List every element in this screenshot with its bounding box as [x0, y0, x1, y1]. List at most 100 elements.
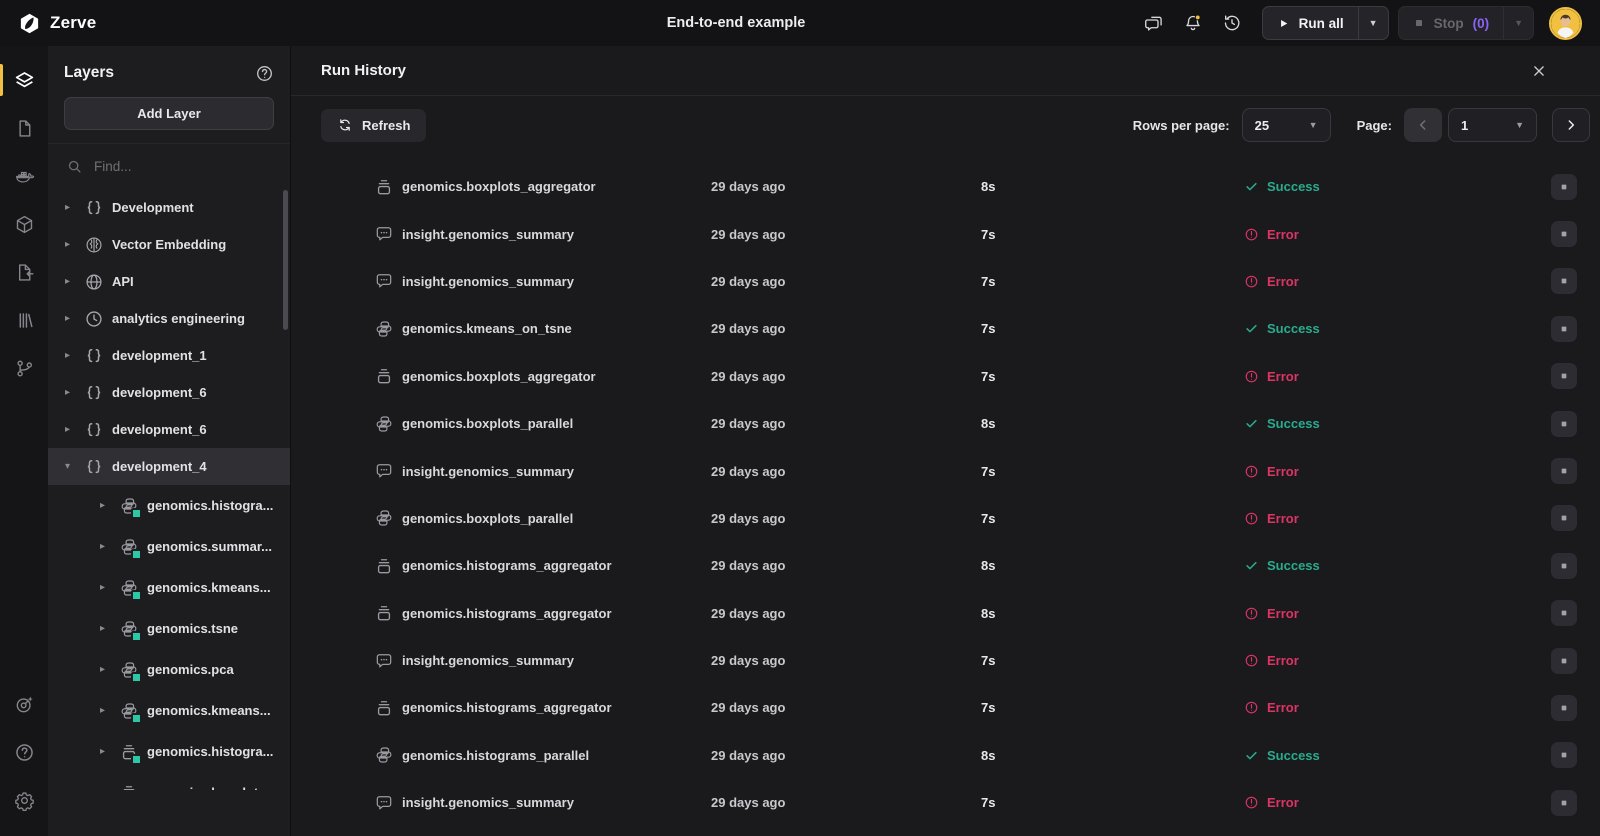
run-status-badge: Error	[1244, 511, 1551, 526]
run-time: 29 days ago	[711, 795, 786, 811]
layer-item[interactable]: ▸ API	[48, 263, 290, 300]
refresh-button[interactable]: Refresh	[321, 108, 427, 142]
caret-right-icon[interactable]: ▸	[100, 500, 112, 511]
stop-caret[interactable]: ▼	[1503, 7, 1533, 39]
stop-square-icon	[1557, 701, 1571, 715]
rail-item-settings[interactable]	[0, 776, 48, 824]
page-select[interactable]: 1 ▼	[1448, 108, 1537, 142]
run-all-main[interactable]: Run all	[1263, 7, 1358, 39]
rail-item-assistant-target[interactable]	[0, 680, 48, 728]
stop-run-button[interactable]	[1551, 268, 1577, 295]
run-name: genomics.boxplots_parallel	[402, 416, 574, 432]
layer-item[interactable]: ▸ development_1	[48, 337, 290, 374]
rail-item-git-branch[interactable]	[0, 344, 48, 392]
caret-right-icon[interactable]: ▸	[65, 239, 77, 250]
comments-button[interactable]	[1139, 8, 1169, 38]
run-time: 29 days ago	[711, 558, 786, 574]
layer-item[interactable]: ▸ Development	[48, 189, 290, 226]
caret-right-icon[interactable]: ▸	[100, 664, 112, 675]
stop-run-button[interactable]	[1551, 742, 1577, 769]
history-button[interactable]	[1217, 8, 1247, 38]
prev-page-button[interactable]	[1404, 108, 1442, 142]
find-input[interactable]: Find...	[48, 143, 290, 189]
stop-run-button[interactable]	[1551, 363, 1577, 390]
caret-right-icon[interactable]: ▸	[100, 746, 112, 757]
run-history-row: genomics.histograms_aggregator 29 days ag…	[291, 684, 1600, 731]
stop-run-button[interactable]	[1551, 694, 1577, 721]
run-time: 29 days ago	[711, 273, 786, 289]
caret-right-icon[interactable]: ▸	[65, 313, 77, 324]
stop-run-button[interactable]	[1551, 315, 1577, 342]
stop-run-button[interactable]	[1551, 173, 1577, 200]
caret-right-icon[interactable]: ▸	[100, 541, 112, 552]
brain-icon	[84, 235, 104, 255]
zerve-logo-icon	[18, 12, 41, 35]
layer-item[interactable]: ▸ analytics engineering	[48, 300, 290, 337]
caret-right-icon[interactable]: ▸	[65, 387, 77, 398]
run-time: 29 days ago	[711, 368, 786, 384]
stop-main[interactable]: Stop (0)	[1399, 7, 1503, 39]
stop-run-button[interactable]	[1551, 552, 1577, 579]
docker-icon	[14, 166, 35, 187]
caret-right-icon[interactable]: ▸	[65, 202, 77, 213]
layer-item[interactable]: ▸ genomics.kmeans...	[48, 567, 290, 608]
layer-item[interactable]: ▸ genomics.summar...	[48, 526, 290, 567]
zerve-logo[interactable]: Zerve	[18, 12, 96, 35]
run-status-label: Error	[1267, 368, 1299, 384]
stop-square-icon	[1557, 464, 1571, 478]
layer-item[interactable]: ▸ genomics.histogra...	[48, 731, 290, 772]
close-panel-button[interactable]	[1530, 62, 1548, 80]
stop-run-button[interactable]	[1551, 600, 1577, 627]
run-duration: 8s	[981, 416, 996, 432]
layer-item[interactable]: ▾ development_4	[48, 448, 290, 485]
notifications-button[interactable]	[1178, 8, 1208, 38]
run-name: genomics.histograms_aggregator	[402, 700, 612, 716]
run-time: 29 days ago	[711, 321, 786, 337]
stop-run-button[interactable]	[1551, 647, 1577, 674]
layer-item[interactable]: ▸ genomics.histogra...	[48, 485, 290, 526]
layer-item[interactable]: ▸ Vector Embedding	[48, 226, 290, 263]
run-history-row: genomics.histograms_aggregator 29 days ag…	[291, 590, 1600, 637]
run-duration: 8s	[981, 179, 996, 195]
run-status-badge: Error	[1244, 274, 1551, 289]
rail-item-package[interactable]	[0, 200, 48, 248]
chat-bubble-icon	[374, 793, 394, 813]
layer-label: Vector Embedding	[112, 237, 227, 252]
rail-item-layers[interactable]	[0, 56, 48, 104]
stop-all-button[interactable]: Stop (0) ▼	[1397, 6, 1534, 40]
rail-item-help[interactable]	[0, 728, 48, 776]
layer-item[interactable]: ▸ genomics.pca	[48, 649, 290, 690]
run-status-badge: Error	[1244, 606, 1551, 621]
run-all-caret[interactable]: ▼	[1357, 7, 1388, 39]
layer-item[interactable]: ▸ genomics.kmeans...	[48, 690, 290, 731]
stop-run-button[interactable]	[1551, 221, 1577, 248]
rows-per-page-select[interactable]: 25 ▼	[1241, 108, 1331, 142]
caret-right-icon[interactable]: ▸	[100, 582, 112, 593]
caret-right-icon[interactable]: ▸	[65, 276, 77, 287]
caret-right-icon[interactable]: ▸	[100, 623, 112, 634]
stop-run-button[interactable]	[1551, 505, 1577, 532]
add-layer-button[interactable]: Add Layer	[64, 97, 274, 130]
caret-right-icon[interactable]: ▸	[100, 787, 112, 790]
caret-down-icon[interactable]: ▾	[65, 461, 77, 472]
stop-run-button[interactable]	[1551, 458, 1577, 485]
caret-right-icon[interactable]: ▸	[65, 424, 77, 435]
sidebar-scrollbar[interactable]	[283, 190, 288, 330]
layer-item[interactable]: ▸ development_6	[48, 374, 290, 411]
caret-right-icon[interactable]: ▸	[100, 705, 112, 716]
rail-item-library[interactable]	[0, 296, 48, 344]
run-status-badge: Success	[1244, 179, 1551, 194]
layer-item[interactable]: ▸ development_6	[48, 411, 290, 448]
rail-item-docker[interactable]	[0, 152, 48, 200]
rail-item-document[interactable]	[0, 104, 48, 152]
layer-item[interactable]: ▸ genomics.tsne	[48, 608, 290, 649]
layer-item[interactable]: ▸ genomics.boxplots...	[48, 772, 290, 790]
stop-run-button[interactable]	[1551, 410, 1577, 437]
caret-right-icon[interactable]: ▸	[65, 350, 77, 361]
stop-run-button[interactable]	[1551, 789, 1577, 816]
layers-help-button[interactable]	[255, 64, 274, 83]
user-avatar[interactable]	[1549, 6, 1582, 40]
next-page-button[interactable]	[1552, 108, 1590, 142]
rail-item-file-import[interactable]	[0, 248, 48, 296]
run-all-button[interactable]: Run all ▼	[1261, 6, 1389, 40]
